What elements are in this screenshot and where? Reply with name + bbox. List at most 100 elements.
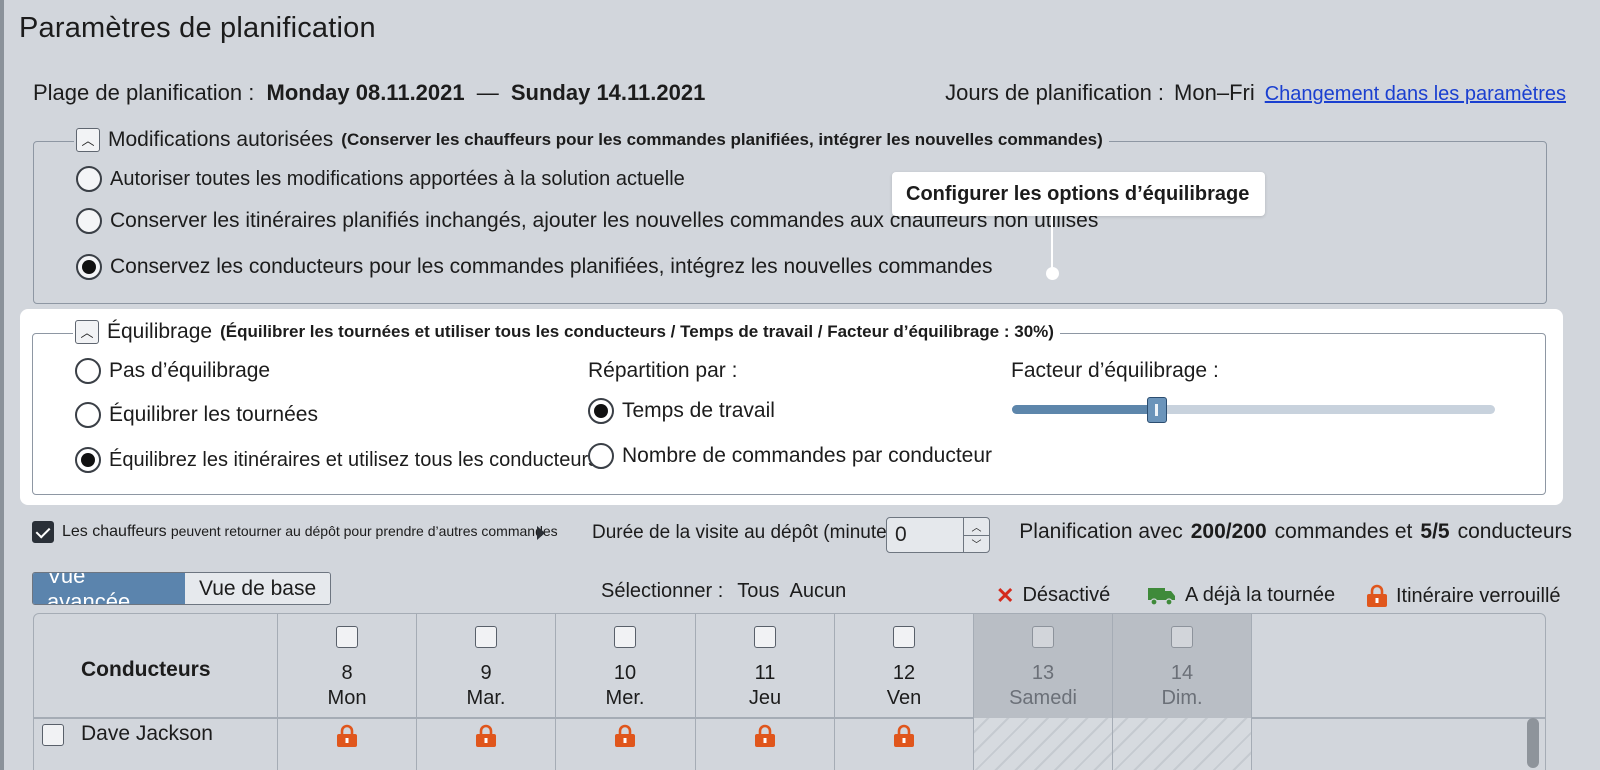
day-column-11: 11 Jeu xyxy=(695,614,834,718)
distribution-option-worktime-label: Temps de travail xyxy=(622,399,775,422)
legend-disabled-label: Désactivé xyxy=(1022,584,1111,606)
select-label: Sélectionner : xyxy=(601,580,724,602)
schedule-cell[interactable] xyxy=(277,718,416,770)
select-none-link[interactable]: Aucun xyxy=(790,580,847,603)
day-column-14: 14 Dim. xyxy=(1112,614,1251,718)
select-row: Sélectionner : Tous Aucun xyxy=(601,580,846,603)
stepper-up-icon[interactable]: ︿ xyxy=(964,518,989,535)
day-number: 8 xyxy=(341,662,353,684)
collapse-balancing-button[interactable]: ︿ xyxy=(75,320,99,344)
balance-option-tours-radio[interactable] xyxy=(75,402,101,428)
balancing-panel: ︿ Équilibrage (Équilibrer les tournées e… xyxy=(20,309,1563,505)
schedule-cell[interactable] xyxy=(555,718,694,770)
schedule-cell[interactable] xyxy=(834,718,973,770)
balance-factor-fill xyxy=(1012,405,1157,414)
distribution-option-orders-radio[interactable] xyxy=(588,443,614,469)
day-select-checkbox[interactable] xyxy=(754,626,776,648)
change-settings-link[interactable]: Changement dans les paramètres xyxy=(1265,83,1566,106)
driver-name: Dave Jackson xyxy=(81,722,213,745)
stepper-down-icon[interactable]: ﹀ xyxy=(964,534,989,553)
distribution-option-worktime-radio[interactable] xyxy=(588,398,614,424)
depot-visit-stepper[interactable]: ︿ ﹀ xyxy=(886,517,990,553)
balance-option-tours[interactable]: Équilibrer les tournées xyxy=(75,402,318,428)
balance-factor-thumb[interactable] xyxy=(1146,397,1167,423)
legend-locked-label: Itinéraire verrouillé xyxy=(1396,584,1561,607)
modifications-fieldset: ︿ Modifications autorisées (Conserver le… xyxy=(33,128,1547,304)
day-name: Jeu xyxy=(748,687,782,709)
mod-option-all[interactable]: Autoriser toutes les modifications appor… xyxy=(76,166,685,192)
mod-option-keep-drivers[interactable]: Conservez les conducteurs pour les comma… xyxy=(76,254,992,280)
modifications-title: Modifications autorisées xyxy=(108,128,334,151)
mod-option-keep-routes-radio[interactable] xyxy=(76,208,102,234)
day-select-checkbox[interactable] xyxy=(893,626,915,648)
balance-option-none[interactable]: Pas d’équilibrage xyxy=(75,358,270,384)
day-select-checkbox[interactable] xyxy=(614,626,636,648)
driver-row-checkbox[interactable] xyxy=(42,724,64,746)
depot-visit-label: Durée de la visite au dépôt (minutes) : xyxy=(592,522,914,543)
day-column-10: 10 Mer. xyxy=(555,614,694,718)
day-select-checkbox[interactable] xyxy=(336,626,358,648)
day-number: 11 xyxy=(754,662,776,684)
day-number: 13 xyxy=(1031,662,1055,684)
mod-option-all-label: Autoriser toutes les modifications appor… xyxy=(110,167,685,190)
balance-factor-label: Facteur d’équilibrage : xyxy=(1011,359,1219,382)
summary-middle: commandes et xyxy=(1274,520,1413,543)
day-select-checkbox xyxy=(1032,626,1054,648)
lock-icon xyxy=(335,724,359,753)
summary-suffix: conducteurs xyxy=(1457,520,1572,543)
balance-option-none-radio[interactable] xyxy=(75,358,101,384)
tab-advanced-view[interactable]: Vue avancée xyxy=(33,573,185,604)
day-name: Mon xyxy=(327,687,367,709)
balancing-callout: Configurer les options d’équilibrage xyxy=(892,172,1265,216)
select-all-link[interactable]: Tous xyxy=(737,580,779,603)
return-depot-option[interactable]: Les chauffeurs peuvent retourner au dépô… xyxy=(32,521,558,543)
schedule-cell[interactable] xyxy=(1112,718,1251,770)
balance-option-none-label: Pas d’équilibrage xyxy=(109,359,271,382)
expand-arrow-icon[interactable] xyxy=(537,526,545,540)
depot-visit-input[interactable] xyxy=(887,518,963,552)
summary-prefix: Planification avec xyxy=(1019,520,1183,543)
range-label: Plage de planification : xyxy=(33,80,255,105)
driver-schedule-table: Conducteurs Dave Jackson 8 Mon 9 Mar. 10 Mer.… xyxy=(33,613,1546,770)
day-select-checkbox[interactable] xyxy=(475,626,497,648)
modifications-subtitle: (Conserver les chauffeurs pour les comma… xyxy=(341,130,1103,149)
planning-range: Plage de planification : Monday 08.11.20… xyxy=(33,80,705,106)
callout-pointer-dot xyxy=(1046,267,1059,280)
day-name: Dim. xyxy=(1161,687,1203,709)
planning-days-value: Mon–Fri xyxy=(1174,80,1255,105)
balancing-title: Équilibrage xyxy=(107,320,213,343)
schedule-cell[interactable] xyxy=(973,718,1112,770)
distribution-option-orders[interactable]: Nombre de commandes par conducteur xyxy=(588,443,992,469)
mod-option-all-radio[interactable] xyxy=(76,166,102,192)
legend-disabled: ✕ Désactivé xyxy=(996,584,1110,607)
range-start: Monday 08.11.2021 xyxy=(266,80,465,105)
balance-option-all-drivers-label: Équilibrez les itinéraires et utilisez t… xyxy=(109,448,599,471)
return-depot-checkbox[interactable] xyxy=(32,521,54,543)
tab-basic-view[interactable]: Vue de base xyxy=(185,573,331,604)
page-title: Paramètres de planification xyxy=(19,12,376,44)
distribution-option-worktime[interactable]: Temps de travail xyxy=(588,398,775,424)
day-number: 9 xyxy=(480,662,492,684)
stepper-buttons: ︿ ﹀ xyxy=(963,518,989,552)
day-column-9: 9 Mar. xyxy=(416,614,555,718)
balancing-subtitle: (Équilibrer les tournées et utiliser tou… xyxy=(220,322,1054,341)
schedule-cell[interactable] xyxy=(416,718,555,770)
empty-cell xyxy=(1251,718,1545,770)
schedule-cell[interactable] xyxy=(695,718,834,770)
callout-pointer-line xyxy=(1051,216,1053,272)
table-scrollbar[interactable] xyxy=(1527,718,1539,768)
truck-icon xyxy=(1148,587,1175,606)
distribution-label: Répartition par : xyxy=(588,359,738,382)
balancing-fieldset: ︿ Équilibrage (Équilibrer les tournées e… xyxy=(32,320,1546,495)
balance-factor-slider[interactable] xyxy=(1012,397,1495,423)
mod-option-keep-drivers-radio[interactable] xyxy=(76,254,102,280)
planning-days-label: Jours de planification : xyxy=(945,80,1165,105)
balance-option-all-drivers[interactable]: Équilibrez les itinéraires et utilisez t… xyxy=(75,447,598,473)
return-depot-label: Les chauffeurs peuvent retourner au dépô… xyxy=(62,523,558,541)
range-separator: — xyxy=(476,80,499,105)
balance-option-all-drivers-radio[interactable] xyxy=(75,447,101,473)
disabled-x-icon: ✕ xyxy=(996,582,1015,608)
legend-has-tour-label: A déjà la tournée xyxy=(1185,584,1336,606)
collapse-modifications-button[interactable]: ︿ xyxy=(76,128,100,152)
day-name: Mar. xyxy=(466,687,506,709)
